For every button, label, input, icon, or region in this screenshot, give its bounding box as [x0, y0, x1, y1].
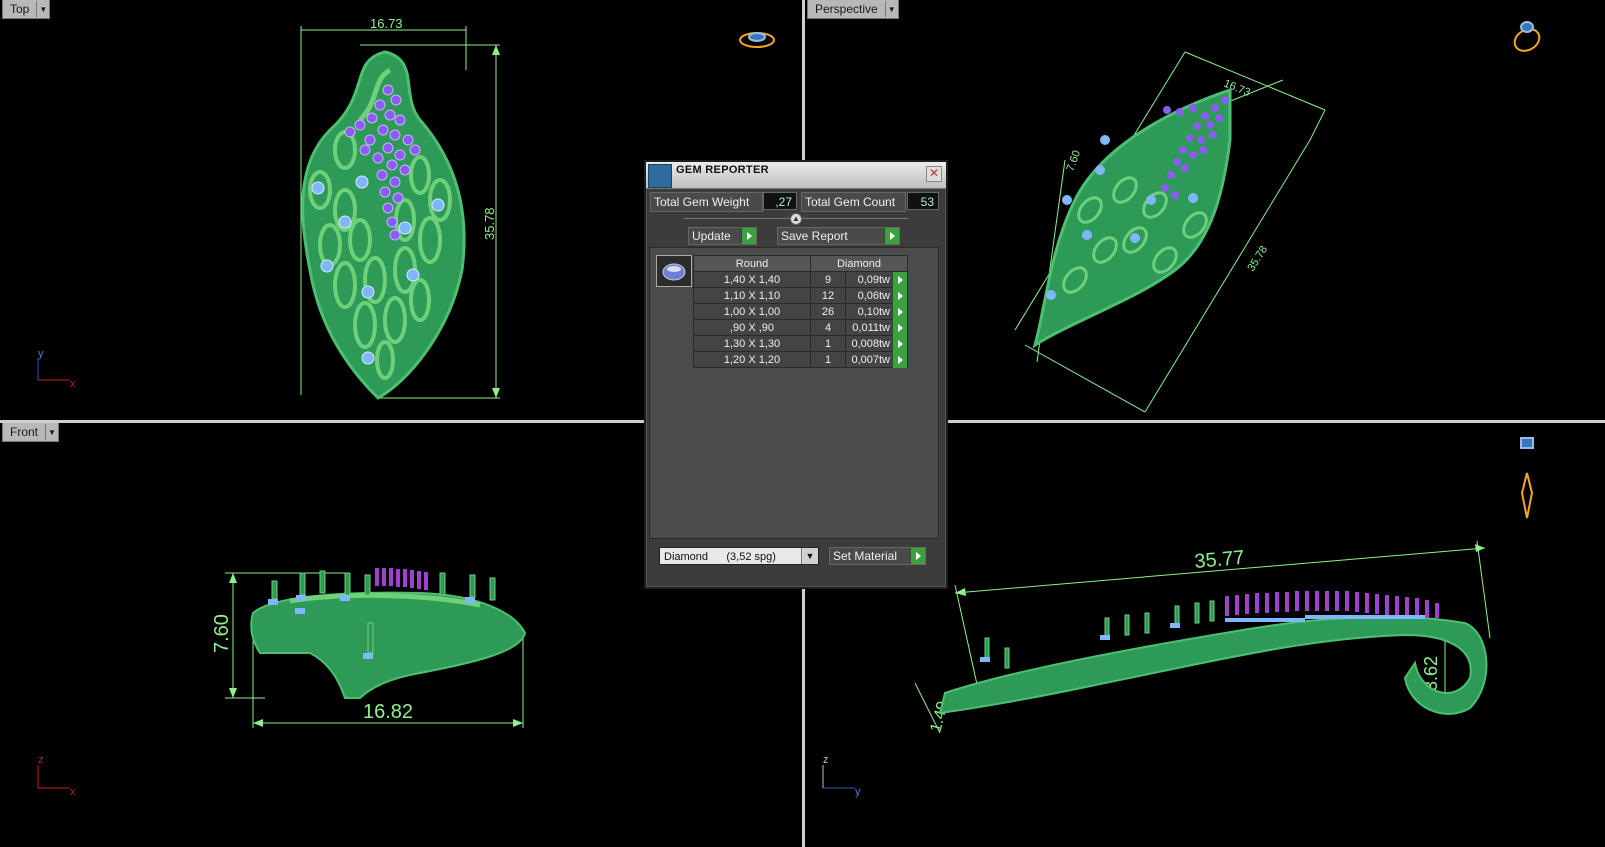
dim-top-width: 16.73: [370, 16, 403, 31]
row-select-button[interactable]: [892, 287, 908, 304]
play-arrow-icon[interactable]: [741, 228, 756, 244]
gem-reporter-icon: [648, 164, 672, 188]
ring-navigation-icon: [739, 32, 775, 48]
axis-y-label: y: [855, 786, 861, 798]
chevron-down-icon[interactable]: ▼: [801, 548, 818, 564]
ring-navigation-icon: [1513, 21, 1541, 52]
save-report-button-label: Save Report: [781, 229, 848, 243]
gem-reporter-titlebar[interactable]: GEM REPORTER ✕: [646, 162, 946, 189]
gem-size: 1,10 X 1,10: [693, 287, 811, 304]
total-gem-weight-value: ,27: [763, 192, 797, 210]
table-row[interactable]: 1,30 X 1,30 1 0,008tw: [693, 335, 908, 352]
axis-y-label: y: [38, 348, 44, 360]
gem-weight: 0,06tw: [845, 287, 893, 304]
gem-count: 1: [810, 351, 846, 368]
gem-count: 12: [810, 287, 846, 304]
dim-front-height: 7.60: [211, 614, 233, 653]
viewport-perspective-name: Perspective: [815, 2, 878, 16]
dim-persp-length: 35.78: [1245, 244, 1270, 274]
axis-z-label: z: [38, 754, 44, 766]
collapse-toggle-icon[interactable]: ▲: [790, 213, 802, 225]
gem-count: 4: [810, 319, 846, 336]
table-row[interactable]: 1,10 X 1,10 12 0,06tw: [693, 287, 908, 304]
row-select-button[interactable]: [892, 303, 908, 320]
table-row[interactable]: 1,20 X 1,20 1 0,007tw: [693, 351, 908, 368]
gem-size: 1,30 X 1,30: [693, 335, 811, 352]
table-row[interactable]: 1,00 X 1,00 26 0,10tw: [693, 303, 908, 320]
chevron-down-icon[interactable]: ▼: [884, 1, 898, 17]
row-select-button[interactable]: [892, 271, 908, 288]
gem-count: 26: [810, 303, 846, 320]
dim-side-length: 35.77: [1194, 547, 1246, 573]
play-arrow-icon[interactable]: [884, 228, 899, 244]
play-arrow-icon[interactable]: [892, 352, 907, 368]
viewport-perspective-label[interactable]: Perspective ▼: [807, 0, 899, 19]
chevron-down-icon[interactable]: ▼: [45, 424, 58, 440]
gem-size: ,90 X ,90: [693, 319, 811, 336]
gem-table: Round Diamond 1,40 X 1,40 9 0,09tw 1,10 …: [693, 255, 908, 368]
table-row[interactable]: ,90 X ,90 4 0,011tw: [693, 319, 908, 336]
round-gem-icon: [656, 255, 692, 287]
gem-reporter-panel[interactable]: GEM REPORTER ✕ Total Gem Weight ,27 Tota…: [644, 160, 948, 589]
row-select-button[interactable]: [892, 335, 908, 352]
gem-size: 1,20 X 1,20: [693, 351, 811, 368]
viewport-top-label[interactable]: Top ▼: [2, 0, 51, 19]
chevron-down-icon[interactable]: ▼: [36, 1, 49, 17]
axis-z-label: z: [823, 754, 829, 766]
dim-front-width: 16.82: [363, 701, 413, 723]
set-material-button-label: Set Material: [833, 549, 898, 563]
gem-table-header-shape: Round: [693, 255, 811, 272]
viewport-front-label[interactable]: Front ▼: [2, 423, 60, 442]
gem-weight: 0,011tw: [845, 319, 893, 336]
play-arrow-icon[interactable]: [892, 320, 907, 336]
gem-weight: 0,007tw: [845, 351, 893, 368]
table-row[interactable]: 1,40 X 1,40 9 0,09tw: [693, 271, 908, 288]
play-arrow-icon[interactable]: [892, 272, 907, 288]
material-select[interactable]: Diamond (3,52 spg) ▼: [659, 547, 819, 565]
row-select-button[interactable]: [892, 351, 908, 368]
save-report-button[interactable]: Save Report: [777, 227, 900, 245]
update-button-label: Update: [692, 229, 731, 243]
close-icon[interactable]: ✕: [926, 166, 942, 182]
row-select-button[interactable]: [892, 319, 908, 336]
dim-top-height: 35.78: [482, 207, 497, 240]
material-select-value: Diamond (3,52 spg): [664, 551, 776, 563]
dim-persp-height: 7.60: [1065, 149, 1084, 173]
viewport-front-name: Front: [10, 425, 39, 439]
gem-count: 9: [810, 271, 846, 288]
play-arrow-icon[interactable]: [892, 336, 907, 352]
play-arrow-icon[interactable]: [892, 288, 907, 304]
axis-x-label: x: [70, 378, 76, 390]
gem-table-header-material: Diamond: [810, 255, 908, 272]
set-material-button[interactable]: Set Material: [829, 547, 926, 565]
viewport-top-name: Top: [10, 2, 30, 16]
play-arrow-icon[interactable]: [910, 548, 925, 564]
total-gem-count-value: 53: [907, 192, 939, 210]
total-gem-weight-label: Total Gem Weight: [650, 192, 763, 212]
total-gem-weight: Total Gem Weight ,27: [650, 192, 798, 212]
axis-x-label: x: [70, 786, 76, 798]
gem-list-area[interactable]: Round Diamond 1,40 X 1,40 9 0,09tw 1,10 …: [649, 247, 939, 539]
pendant-navigation-icon: [1520, 437, 1534, 519]
gem-weight: 0,09tw: [845, 271, 893, 288]
gem-size: 1,40 X 1,40: [693, 271, 811, 288]
update-button[interactable]: Update: [688, 227, 757, 245]
gem-size: 1,00 X 1,00: [693, 303, 811, 320]
gem-weight: 0,008tw: [845, 335, 893, 352]
total-gem-count-label: Total Gem Count: [801, 192, 906, 212]
total-gem-count: Total Gem Count 53: [801, 192, 941, 212]
play-arrow-icon[interactable]: [892, 304, 907, 320]
gem-weight: 0,10tw: [845, 303, 893, 320]
gem-count: 1: [810, 335, 846, 352]
gem-reporter-title: GEM REPORTER: [676, 164, 769, 176]
